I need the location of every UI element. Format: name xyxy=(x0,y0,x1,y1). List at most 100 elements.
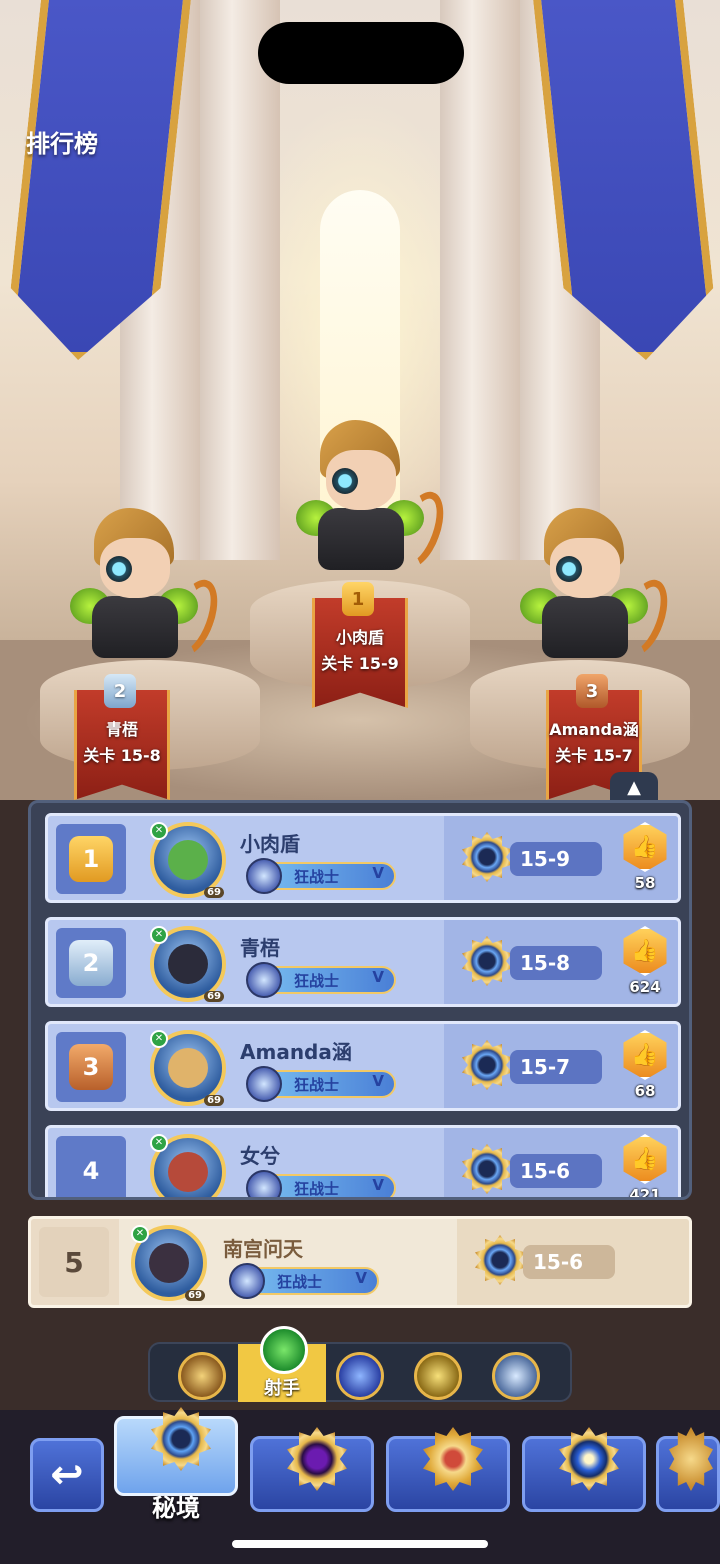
staff-icon[interactable] xyxy=(336,1352,384,1400)
avatar-portrait xyxy=(168,1152,208,1192)
player-level: 69 xyxy=(185,1290,205,1301)
class-tag: 狂战士 V xyxy=(246,962,396,998)
player-name: 女兮 xyxy=(240,1144,280,1168)
class-tier: V xyxy=(372,864,384,882)
nav-castle[interactable] xyxy=(656,1427,720,1512)
goggle-icon xyxy=(332,468,358,494)
hero-third[interactable] xyxy=(506,508,677,678)
berserker-icon xyxy=(229,1263,265,1299)
stage-emblem-icon xyxy=(462,936,512,986)
castle-icon xyxy=(669,1427,713,1491)
podium-stage: 关卡 15-7 xyxy=(555,746,633,765)
like-button[interactable]: 👍 xyxy=(623,926,667,976)
stage-value: 15-8 xyxy=(510,946,602,980)
rank-cell: 4 xyxy=(56,1136,126,1197)
class-filter-bar: 射手 xyxy=(148,1326,572,1402)
like-count: 68 xyxy=(634,1082,656,1100)
podium-label-first: 1 小肉盾 关卡 15-9 xyxy=(312,582,408,708)
avatar[interactable]: ✕ 69 xyxy=(150,822,226,898)
avatar[interactable]: ✕ 69 xyxy=(150,1030,226,1106)
sword-icon[interactable] xyxy=(414,1352,462,1400)
cross-icon[interactable] xyxy=(492,1352,540,1400)
player-level: 69 xyxy=(204,991,224,1002)
hero-second[interactable] xyxy=(56,508,227,678)
class-label: 狂战士 xyxy=(294,868,340,886)
like-button[interactable]: 👍 xyxy=(623,1134,667,1184)
stage-emblem-icon xyxy=(475,1235,525,1285)
stage-value: 15-6 xyxy=(523,1245,615,1279)
stage-value: 15-9 xyxy=(510,842,602,876)
class-tag: 狂战士 V xyxy=(246,1066,396,1102)
class-tier: V xyxy=(372,1072,384,1090)
my-ranking-row[interactable]: 5 ✕ 69 南宫问天 狂战士 V 15-6 xyxy=(28,1216,692,1308)
rank-badge-icon: 3 xyxy=(576,674,608,708)
axe-icon[interactable] xyxy=(178,1352,226,1400)
rank-number: 4 xyxy=(82,1157,100,1185)
class-badge-icon: ✕ xyxy=(131,1225,149,1243)
stage-emblem-icon xyxy=(462,832,512,882)
my-rank-number: 5 xyxy=(39,1227,109,1297)
class-tag: 狂战士 V xyxy=(246,1170,396,1197)
player-name: 青梧 xyxy=(240,936,280,960)
nav-crown[interactable] xyxy=(386,1427,510,1512)
podium-player-name: Amanda涵 xyxy=(549,720,639,739)
collapse-button[interactable]: ▲ xyxy=(610,772,658,802)
camera-notch xyxy=(258,22,464,84)
class-badge-icon: ✕ xyxy=(150,1134,168,1152)
player-name: Amanda涵 xyxy=(240,1040,352,1064)
stage-cell: 15-6 xyxy=(457,1219,689,1305)
berserker-icon xyxy=(246,962,282,998)
hero-body xyxy=(92,596,178,658)
podium-stage: 关卡 15-8 xyxy=(83,746,161,765)
home-indicator[interactable] xyxy=(232,1540,488,1548)
like-button[interactable]: 👍 xyxy=(623,822,667,872)
rank-medal-icon: 3 xyxy=(69,1044,113,1090)
player-level: 69 xyxy=(204,887,224,898)
stage-emblem-icon xyxy=(462,1144,512,1194)
avatar-portrait xyxy=(149,1243,189,1283)
nav-secret-realm[interactable] xyxy=(114,1407,238,1496)
nav-purple-gem[interactable] xyxy=(250,1427,374,1512)
stage-cell: 15-9 👍 58 xyxy=(444,816,678,900)
pillar xyxy=(440,0,520,560)
class-badge-icon: ✕ xyxy=(150,822,168,840)
class-tag: 狂战士 V xyxy=(229,1263,379,1299)
class-label: 狂战士 xyxy=(294,1076,340,1094)
avatar-portrait xyxy=(168,840,208,880)
class-tag: 狂战士 V xyxy=(246,858,396,894)
secret-realm-icon xyxy=(151,1407,211,1471)
stage-cell: 15-8 👍 624 xyxy=(444,920,678,1004)
bow-icon[interactable] xyxy=(260,1326,308,1374)
ranking-panel[interactable]: 1 ✕ 69 小肉盾 狂战士 V 15-9 👍 58 2 ✕ 69 青梧 狂战士… xyxy=(28,800,692,1200)
hero-first[interactable] xyxy=(282,420,453,590)
class-badge-icon: ✕ xyxy=(150,926,168,944)
class-tier: V xyxy=(355,1269,367,1287)
goggle-icon xyxy=(556,556,582,582)
avatar[interactable]: ✕ 69 xyxy=(150,926,226,1002)
avatar[interactable]: ✕ 69 xyxy=(131,1225,207,1301)
class-tier: V xyxy=(372,968,384,986)
ranking-row[interactable]: 3 ✕ 69 Amanda涵 狂战士 V 15-7 👍 68 xyxy=(45,1021,681,1111)
crown-icon xyxy=(423,1427,483,1491)
rank-cell: 1 xyxy=(56,824,126,894)
page-title: 排行榜 xyxy=(26,130,98,158)
ranking-row[interactable]: 4 ✕ 女兮 狂战士 V 15-6 👍 421 xyxy=(45,1125,681,1197)
ranking-row[interactable]: 2 ✕ 69 青梧 狂战士 V 15-8 👍 624 xyxy=(45,917,681,1007)
avatar[interactable]: ✕ xyxy=(150,1134,226,1197)
purple-gem-icon xyxy=(287,1427,347,1491)
ranking-list[interactable]: 1 ✕ 69 小肉盾 狂战士 V 15-9 👍 58 2 ✕ 69 青梧 狂战士… xyxy=(45,813,681,1197)
stage-cell: 15-7 👍 68 xyxy=(444,1024,678,1108)
podium-player-name: 小肉盾 xyxy=(335,628,384,647)
like-button[interactable]: 👍 xyxy=(623,1030,667,1080)
avatar-portrait xyxy=(168,944,208,984)
nav-active-label: 秘境 xyxy=(152,1494,200,1522)
nav-star-compass[interactable] xyxy=(522,1427,646,1512)
rank-cell: 2 xyxy=(56,928,126,998)
player-name: 小肉盾 xyxy=(240,832,300,856)
podium-label-second: 2 青梧 关卡 15-8 xyxy=(74,674,170,800)
rank-medal-icon: 2 xyxy=(69,940,113,986)
like-count: 624 xyxy=(629,978,661,996)
ranking-row[interactable]: 1 ✕ 69 小肉盾 狂战士 V 15-9 👍 58 xyxy=(45,813,681,903)
back-button[interactable]: ↩ xyxy=(30,1438,104,1512)
rank-cell: 3 xyxy=(56,1032,126,1102)
